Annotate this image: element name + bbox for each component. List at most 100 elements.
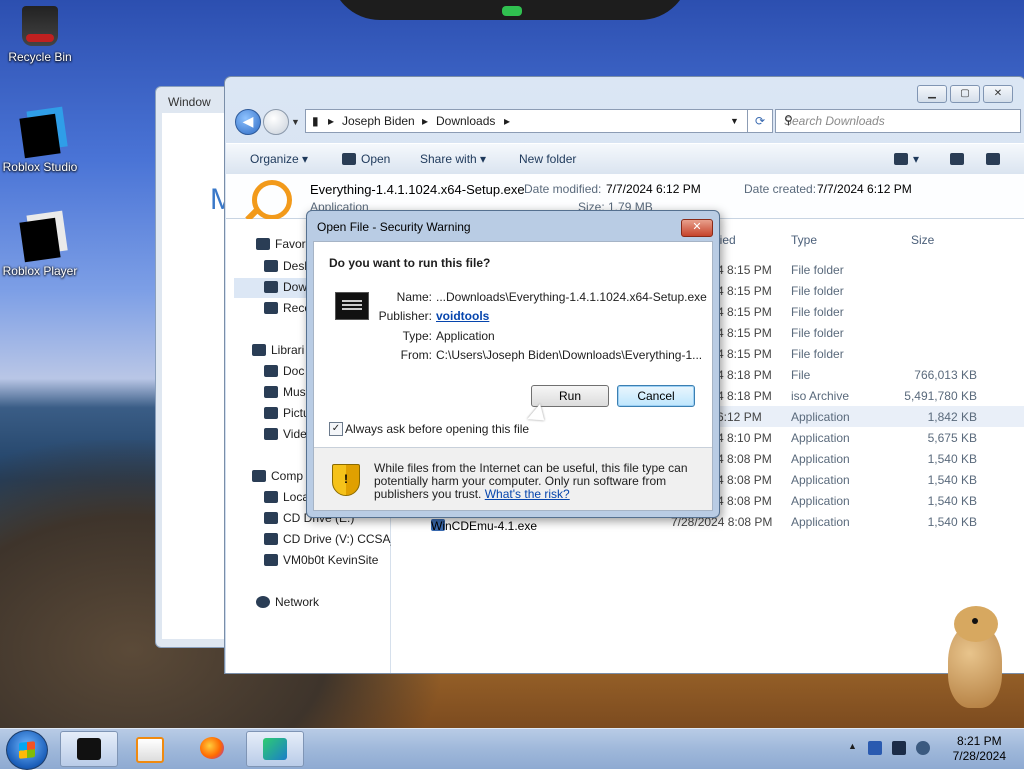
top-widget-indicator [502,6,522,16]
nav-label: Doc [283,364,305,378]
preview-pane-icon[interactable] [950,152,969,166]
publisher-label: Publisher: [378,309,432,323]
show-hidden-icons-button[interactable]: ▲ [848,741,857,751]
row-type: File folder [791,263,844,277]
breadcrumb-separator-icon[interactable]: ▸ [504,114,510,128]
organize-button[interactable]: Organize ▾ [250,152,308,166]
hamster-desktop-pet-icon[interactable] [944,604,1008,708]
nav-vmobot[interactable]: VM0b0t KevinSite [264,553,378,567]
desktop-icon-recycle-bin[interactable]: Recycle Bin [0,6,80,64]
new-folder-button[interactable]: New folder [519,152,576,166]
address-dropdown-icon[interactable]: ▼ [730,116,739,126]
search-icon[interactable]: ⚲ [784,113,1014,127]
breadcrumb-separator-icon[interactable]: ▸ [328,114,334,128]
taskbar-app-button[interactable] [246,731,304,767]
address-bar[interactable]: ▮ ▸ Joseph Biden ▸ Downloads ▸ ▼ [305,109,749,133]
column-header-size[interactable]: Size [911,233,934,247]
name-label: Name: [396,290,432,304]
refresh-icon[interactable]: ⟳ [747,109,773,133]
volume-icon[interactable] [916,741,930,755]
row-date: 4 8:15 PM [717,305,772,319]
always-ask-checkbox[interactable]: ✓ [329,422,343,436]
row-date: 4 8:08 PM [717,473,772,487]
nav-documents[interactable]: Doc [264,364,304,378]
share-with-button[interactable]: Share with ▾ [420,152,486,166]
desktop-icon-roblox-player[interactable]: Roblox Player [0,217,80,278]
recycle-bin-icon [22,6,58,46]
dialog-close-button[interactable]: ✕ [681,219,713,237]
taskbar-firefox-button[interactable] [184,731,240,765]
network-icon[interactable] [892,741,906,755]
nav-libraries[interactable]: Librari [252,343,304,357]
open-label: Open [361,152,391,166]
warning-shield-icon: ! [332,464,360,496]
breadcrumb-separator-icon[interactable]: ▸ [422,114,428,128]
publisher-link[interactable]: voidtools [436,309,489,323]
nav-label: CD Drive (V:) CCSA_ [283,532,398,546]
recent-pages-dropdown-icon[interactable]: ▼ [291,117,300,127]
open-button[interactable]: Open [342,152,390,166]
action-center-flag-icon[interactable] [868,741,882,755]
nav-computer[interactable]: Comp [252,469,303,483]
taskbar-media-player-button[interactable] [120,731,176,765]
desktop-icon-roblox-studio[interactable]: Roblox Studio [0,113,80,174]
date-modified-value: 7/7/2024 6:12 PM [606,182,701,196]
breadcrumb-joseph-biden[interactable]: Joseph Biden [342,114,415,128]
nav-pictures[interactable]: Pictu [264,406,310,420]
nav-label: VM0b0t KevinSite [283,553,379,567]
nav-cd-drive-v[interactable]: CD Drive (V:) CCSA_ [264,532,397,546]
column-header-type[interactable]: Type [791,233,817,247]
nav-music[interactable]: Mus [264,385,306,399]
close-button[interactable]: ✕ [983,85,1013,103]
row-type: File folder [791,347,844,361]
type-value: Application [436,329,495,343]
pictures-icon [264,407,278,419]
start-button[interactable] [6,730,48,770]
date-modified-label: Date modified: [524,182,602,196]
nav-favorites[interactable]: Favori [256,237,308,251]
local-disk-icon [264,491,278,503]
nav-desktop[interactable]: Desk [264,259,310,273]
row-type: Application [791,452,850,466]
breadcrumb-downloads[interactable]: Downloads [436,114,495,128]
back-button[interactable]: ◀ [235,109,261,135]
roblox-player-icon [19,217,61,263]
search-input[interactable]: Search Downloads ⚲ [775,109,1021,133]
whats-the-risk-link[interactable]: What's the risk? [485,487,570,501]
help-book-icon [986,153,1000,165]
security-warning-dialog[interactable]: Open File - Security Warning ✕ Do you wa… [306,210,720,518]
roblox-studio-icon [19,113,61,159]
row-date: 4 8:18 PM [717,389,772,403]
nav-network[interactable]: Network [256,595,319,609]
nav-videos[interactable]: Vide [264,427,307,441]
from-value: C:\Users\Joseph Biden\Downloads\Everythi… [436,348,703,362]
help-icon[interactable] [986,152,1005,166]
media-player-icon [136,737,164,763]
row-date: 4 8:15 PM [717,284,772,298]
cancel-button[interactable]: Cancel [617,385,695,407]
name-value: ...Downloads\Everything-1.4.1.1024.x64-S… [436,290,707,304]
nav-label: Dow [283,280,308,294]
always-ask-label[interactable]: Always ask before opening this file [345,422,529,436]
nav-local-disk[interactable]: Loca [264,490,309,504]
row-date: 4 8:08 PM [717,494,772,508]
run-button[interactable]: Run [531,385,609,407]
warning-text: While files from the Internet can be use… [374,462,694,501]
date-created-label: Date created: [744,182,817,196]
explorer-taskbar-icon [77,738,101,760]
share-with-label: Share with [420,152,477,166]
maximize-button[interactable]: ▢ [950,85,980,103]
row-type: File folder [791,284,844,298]
nav-recent[interactable]: Rece [264,301,311,315]
row-type: Application [791,473,850,487]
taskbar-explorer-button[interactable] [60,731,118,767]
row-size: 5,675 KB [927,431,977,445]
minimize-button[interactable]: ▁ [917,85,947,103]
row-name-text: WinCDEmu-4.1.exe [431,519,538,533]
clock[interactable]: 8:21 PM 7/28/2024 [953,734,1006,764]
computer-icon [252,470,266,482]
forward-button[interactable] [263,109,289,135]
view-options-icon[interactable]: ▾ [894,152,919,166]
background-window[interactable]: Window M [155,86,235,648]
nav-downloads[interactable]: Dow [264,280,307,294]
